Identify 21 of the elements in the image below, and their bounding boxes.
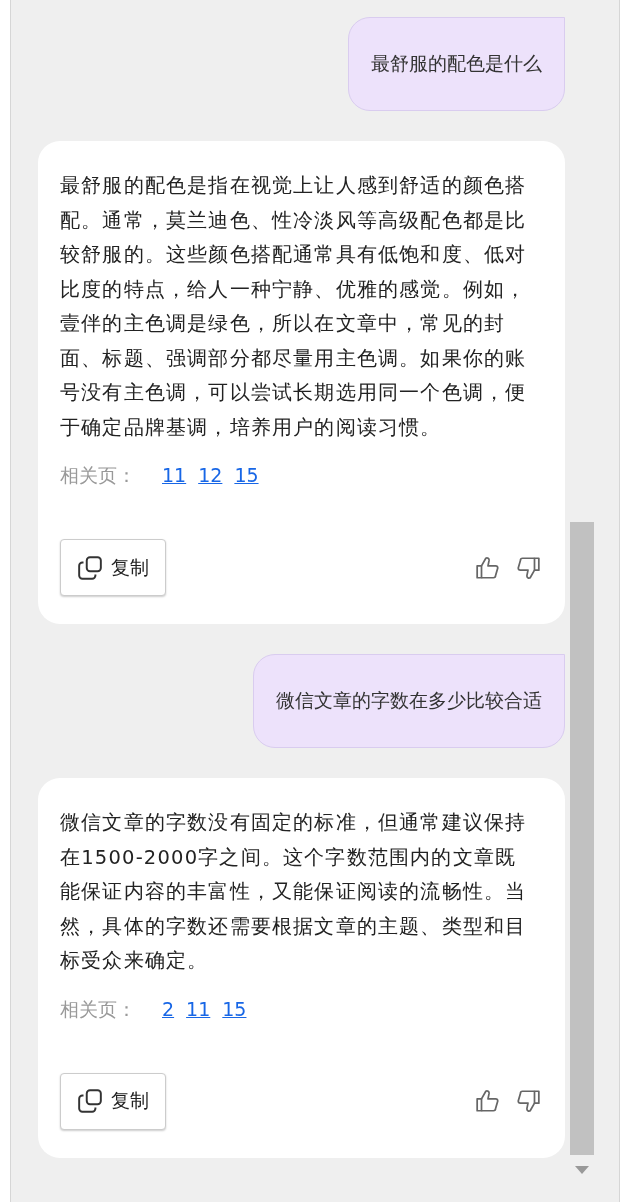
page-link[interactable]: 11: [186, 997, 211, 1020]
copy-icon: [77, 554, 103, 581]
thumbs-down-icon[interactable]: [515, 1088, 541, 1114]
page-link[interactable]: 15: [222, 997, 247, 1020]
page-link[interactable]: 12: [198, 464, 223, 486]
page-link[interactable]: 11: [162, 464, 187, 486]
scrollbar-thumb[interactable]: [570, 522, 594, 1155]
question-bubble: 最舒服的配色是什么: [348, 17, 565, 111]
answer-text: 最舒服的配色是指在视觉上让人感到舒适的颜色搭配。通常，莫兰迪色、性冷淡风等高级配色都是比较舒服的。这些颜色搭配通常具有低饱和度、低对比度的特点，给人一种宁静、优雅的感觉。例如，壹伴的主色调是绿色，所以在文章中，常见的封面、标题、强调部分都尽量用主色调。如果你的账号没有主色调，可以尝试长期选用同一个色调，便于确定品牌基调，培养用户的阅读习惯。: [60, 173, 528, 441]
related-pages-label: 相关页：: [60, 996, 136, 1022]
related-pages-label: 相关页：: [60, 463, 136, 488]
copy-icon: [77, 1088, 103, 1114]
copy-button[interactable]: 复制: [60, 1072, 166, 1130]
answer-text: 微信文章的字数没有固定的标准，但通常建议保持在1500-2000字之间。这个字数范围内的文章既能保证内容的丰富性，又能保证阅读的流畅性。当然，具体的字数还需要根据文章的主题、类型和目标受众来确定。: [60, 810, 528, 974]
page-link[interactable]: 2: [162, 997, 175, 1020]
copy-button[interactable]: 复制: [60, 539, 166, 596]
question-bubble: 微信文章的字数在多少比较合适: [253, 654, 565, 748]
thumbs-down-icon[interactable]: [515, 554, 541, 581]
page-link[interactable]: 15: [234, 464, 259, 486]
thumbs-up-icon[interactable]: [475, 1088, 501, 1114]
thumbs-up-icon[interactable]: [475, 554, 501, 581]
